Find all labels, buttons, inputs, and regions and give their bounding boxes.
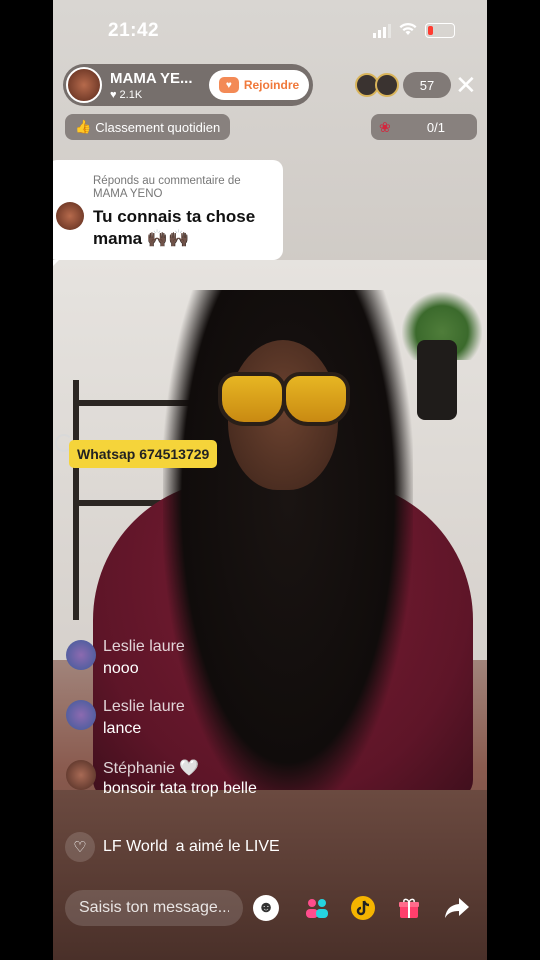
gift-icon[interactable] [393, 892, 425, 924]
battery-icon [425, 23, 455, 38]
thumbs-up-icon: 👍 [75, 119, 92, 134]
share-icon[interactable] [441, 892, 473, 924]
comment-avatar[interactable] [66, 640, 96, 670]
like-user[interactable]: LF World [103, 838, 168, 856]
gift-goal-count: 0/1 [426, 119, 445, 135]
comment-author-name: Stéphanie [103, 760, 176, 777]
comment-author[interactable]: Leslie laure [103, 638, 185, 656]
comment-item: Leslie laure nooo [63, 636, 393, 696]
like-text: a aimé le LIVE [175, 838, 280, 855]
comment-text: nooo [103, 660, 139, 677]
reply-header: Réponds au commentaire de MAMA YENO [93, 175, 241, 200]
ranking-label: Classement quotidien [95, 119, 221, 135]
emoji-icon[interactable]: ☻ [253, 895, 279, 921]
comment-feed: Leslie laure nooo Leslie laure lance Sté… [63, 636, 393, 816]
viewer-count[interactable]: 57 [403, 72, 451, 98]
daily-ranking-button[interactable]: 👍 Classement quotidien [65, 114, 231, 140]
host-name: MAMA YE... [110, 70, 193, 87]
reply-avatar [56, 202, 84, 230]
live-stream-screen: 21:42 MAMA YE... ♥ 2.1K ♥ Rejoindre 57 ✕… [53, 0, 487, 960]
tiktok-icon[interactable] [347, 892, 379, 924]
comment-author[interactable]: Stéphanie 🤍 [103, 758, 199, 778]
comment-text: bonsoir tata trop belle [103, 780, 257, 797]
host-likes: ♥ 2.1K [110, 89, 142, 101]
comment-avatar[interactable] [66, 760, 96, 790]
comment-item: Stéphanie 🤍 bonsoir tata trop belle [63, 756, 393, 816]
pinned-tag: Whatsap 674513729 [69, 440, 218, 468]
gift-goal[interactable]: ❀ 0/1 [371, 114, 477, 140]
status-bar: 21:42 [53, 0, 487, 60]
heart-outline-icon: ♡ [65, 832, 95, 862]
comment-author[interactable]: Leslie laure [103, 698, 185, 716]
plant-pot [417, 340, 457, 420]
reply-comment-card: Réponds au commentaire de MAMA YENO Tu c… [53, 160, 283, 272]
viewer-avatar[interactable] [375, 73, 399, 97]
guests-icon[interactable] [301, 892, 333, 924]
heart-icon: ♥ [110, 89, 117, 101]
streamer-sunglasses [218, 372, 350, 426]
like-notice: ♡ LF World a aimé le LIVE [65, 832, 280, 862]
reply-text: Tu connais ta chose mama 🙌🏿🙌🏿 [93, 207, 256, 248]
host-likes-count: 2.1K [119, 89, 143, 101]
close-icon[interactable]: ✕ [455, 72, 477, 98]
top-viewers[interactable]: 57 [355, 72, 451, 98]
join-heart-icon: ♥ [218, 77, 239, 93]
host-info[interactable]: MAMA YE... ♥ 2.1K ♥ Rejoindre [63, 64, 313, 106]
message-input[interactable] [65, 890, 243, 926]
status-icons [373, 22, 455, 39]
status-time: 21:42 [108, 20, 160, 41]
comment-item: Leslie laure lance [63, 696, 393, 756]
join-label: Rejoindre [243, 78, 300, 92]
host-avatar[interactable] [66, 67, 102, 103]
bottom-bar: ☻ [53, 886, 487, 930]
join-button[interactable]: ♥ Rejoindre [209, 70, 309, 100]
white-heart-icon: 🤍 [179, 760, 199, 777]
wifi-icon [399, 22, 417, 39]
signal-icon [373, 23, 391, 38]
comment-text: lance [103, 720, 142, 737]
rose-icon: ❀ [379, 118, 391, 135]
comment-avatar[interactable] [66, 700, 96, 730]
